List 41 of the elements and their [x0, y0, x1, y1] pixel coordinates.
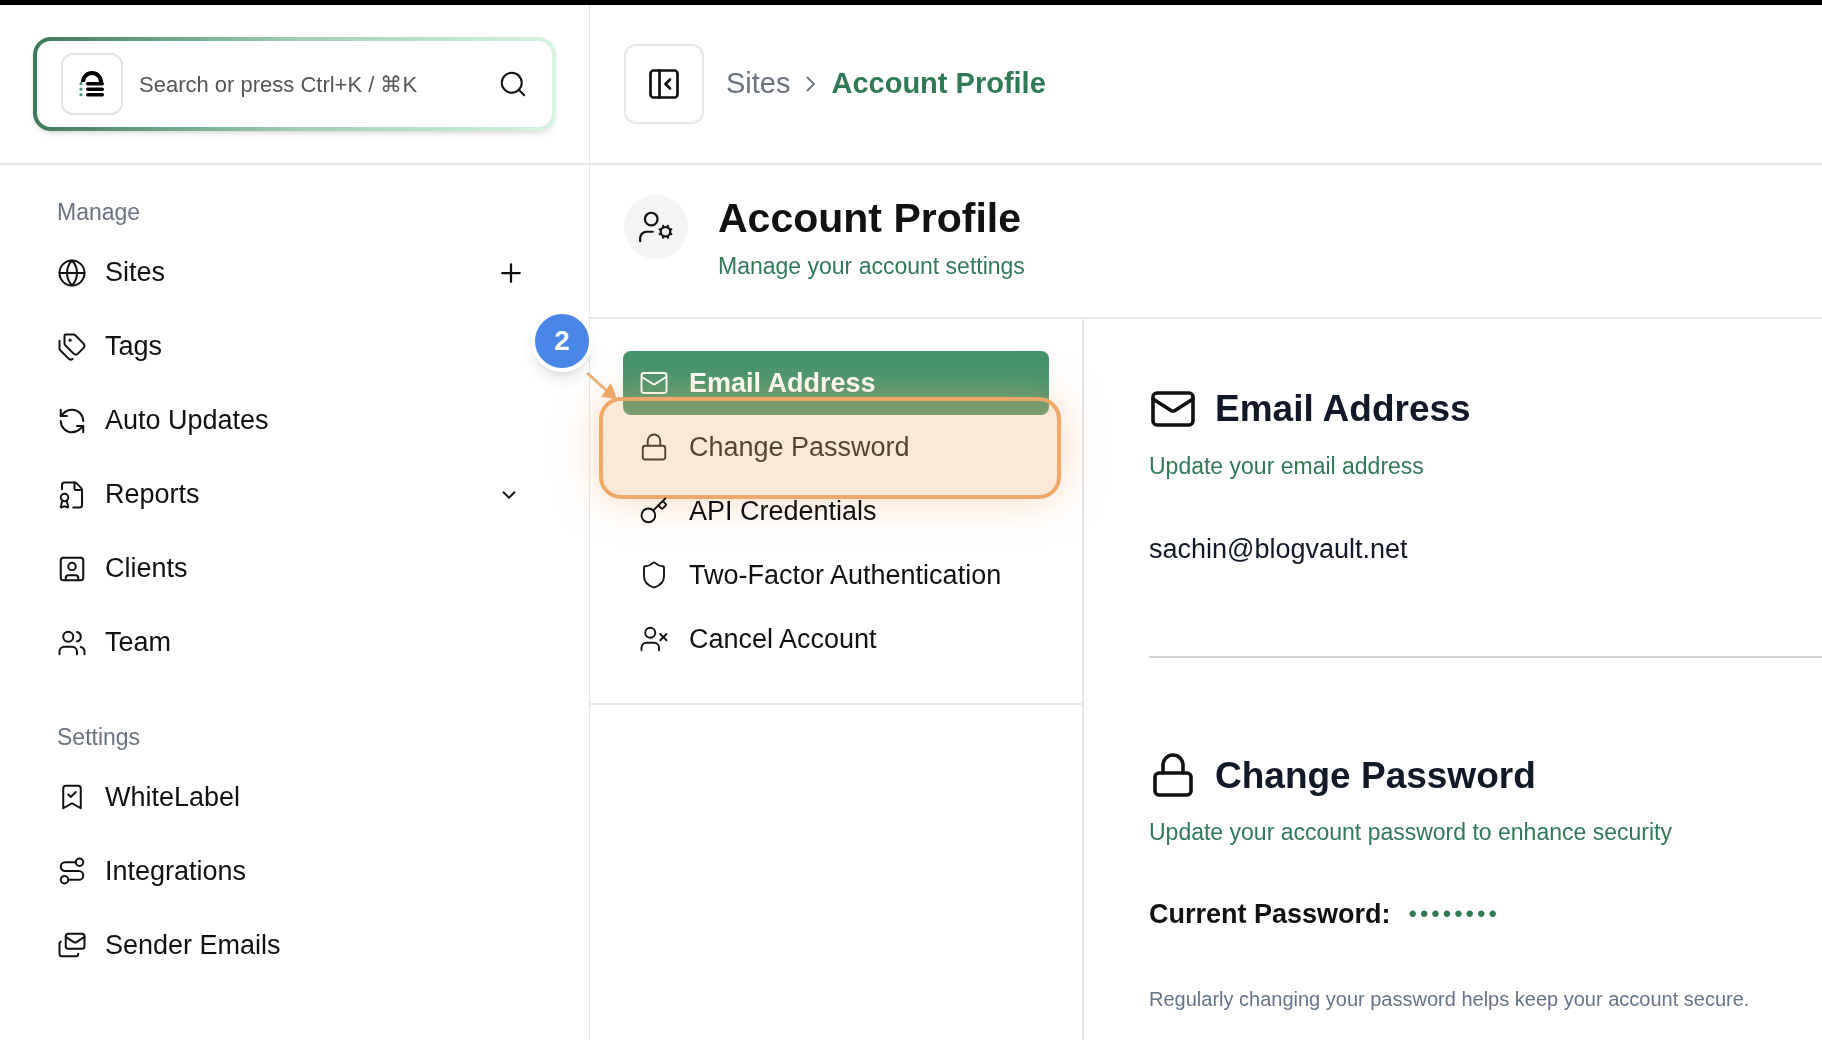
pointer-arrow	[585, 371, 619, 401]
sidebar-item[interactable]: Sender Emails	[57, 924, 532, 966]
lock-icon	[639, 432, 669, 462]
tags-icon	[57, 331, 87, 362]
sidebar-item[interactable]: Integrations	[57, 850, 532, 892]
page-subtitle: Manage your account settings	[718, 252, 1025, 282]
panel-icon	[646, 66, 682, 102]
section-heading: Settings	[57, 722, 142, 752]
search-field[interactable]: Search or press Ctrl+K / ⌘K	[139, 67, 482, 101]
field-label: Current Password:	[1149, 897, 1391, 931]
sidebar-item[interactable]: WhiteLabel	[57, 776, 532, 818]
route-icon	[57, 856, 87, 886]
section-subtitle: Update your account password to enhance security	[1149, 818, 1673, 847]
sidebar-item[interactable]: Reports	[57, 474, 498, 515]
key-icon	[639, 496, 669, 526]
section-subtitle: Update your email address	[1149, 451, 1425, 481]
sidebar-item[interactable]: Clients	[57, 548, 532, 589]
mails-icon	[57, 930, 87, 960]
section-title: Change Password	[1215, 753, 1536, 798]
breadcrumb-link[interactable]: Sites	[726, 62, 791, 106]
page-title: Account Profile	[718, 198, 1022, 240]
globe-icon	[57, 257, 87, 288]
search-icon[interactable]	[498, 69, 528, 99]
email-value: sachin@blogvault.net	[1149, 533, 1409, 566]
sidebar-item[interactable]: Sites	[57, 252, 496, 293]
user-x-icon	[639, 624, 669, 654]
chevron-right-icon	[806, 76, 816, 92]
help-text: Regularly changing your password helps keep your account secure.	[1149, 987, 1751, 1012]
sidebar-toggle-button[interactable]	[624, 44, 704, 124]
menu-item[interactable]: Cancel Account	[623, 607, 1049, 671]
menu-item[interactable]: Change Password	[623, 415, 1049, 479]
logo-icon	[78, 68, 106, 100]
section-heading: Manage	[57, 198, 142, 227]
menu-item[interactable]: API Credentials	[623, 479, 1049, 543]
section-title: Email Address	[1215, 387, 1471, 431]
breadcrumb-link[interactable]: Account Profile	[831, 62, 1046, 106]
sidebar-item[interactable]: Auto Updates	[57, 400, 532, 441]
sidebar-item[interactable]: Team	[57, 622, 532, 663]
menu-item[interactable]: Two-Factor Authentication	[623, 543, 1049, 607]
sidebar-item[interactable]: Tags	[57, 326, 532, 367]
password-value: ••••••••	[1408, 898, 1500, 929]
